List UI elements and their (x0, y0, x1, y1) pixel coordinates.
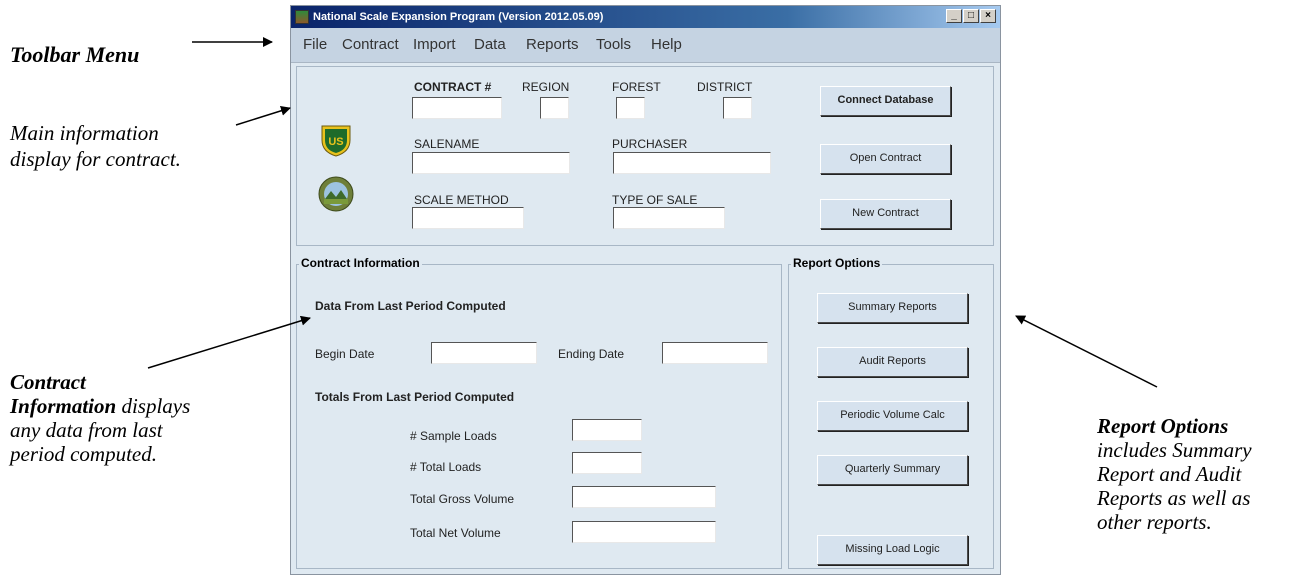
open-contract-button[interactable]: Open Contract (820, 144, 951, 174)
seal-icon (318, 176, 354, 212)
ending-date-input[interactable] (662, 342, 768, 364)
contract-number-input[interactable] (412, 97, 502, 119)
annotation-toolbar-menu: Toolbar Menu (10, 42, 140, 67)
annotation-contract-info-line1: Contract (10, 370, 86, 394)
menu-bar: File Contract Import Data Reports Tools … (291, 28, 1000, 63)
arrow-report-options (1015, 315, 1158, 388)
annotation-report-options-line3: Report and Audit (1097, 462, 1242, 486)
menu-tools[interactable]: Tools (596, 36, 631, 53)
audit-reports-button[interactable]: Audit Reports (817, 347, 968, 377)
annotation-main-info-line2: display for contract. (10, 147, 181, 171)
close-button[interactable]: × (980, 9, 996, 23)
scale-method-input[interactable] (412, 207, 524, 229)
total-loads-label: # Total Loads (410, 460, 482, 474)
data-from-last-period-heading: Data From Last Period Computed (315, 299, 506, 313)
scale-method-label: SCALE METHOD (414, 193, 509, 207)
report-options-title: Report Options (791, 256, 883, 270)
app-icon (295, 10, 309, 24)
arrow-contract-info (147, 315, 311, 369)
begin-date-input[interactable] (431, 342, 537, 364)
annotation-report-options-line2: includes Summary (1097, 438, 1252, 462)
total-net-volume-input[interactable] (572, 521, 716, 543)
type-of-sale-label: TYPE OF SALE (612, 193, 698, 207)
total-loads-input[interactable] (572, 452, 642, 474)
new-contract-button[interactable]: New Contract (820, 199, 951, 229)
purchaser-label: PURCHASER (612, 137, 688, 151)
menu-file[interactable]: File (303, 36, 327, 53)
quarterly-summary-button[interactable]: Quarterly Summary (817, 455, 968, 485)
connect-database-button[interactable]: Connect Database (820, 86, 951, 116)
type-of-sale-input[interactable] (613, 207, 725, 229)
district-input[interactable] (723, 97, 752, 119)
begin-date-label: Begin Date (315, 347, 375, 361)
annotation-report-options-line4: Reports as well as (1097, 486, 1251, 510)
missing-load-logic-button[interactable]: Missing Load Logic (817, 535, 968, 565)
salename-label: SALENAME (414, 137, 480, 151)
forest-input[interactable] (616, 97, 645, 119)
maximize-button[interactable]: □ (963, 9, 979, 23)
total-gross-volume-label: Total Gross Volume (410, 492, 515, 506)
annotation-contract-info-rest: displays (116, 394, 191, 418)
arrow-main-info (235, 105, 291, 126)
totals-from-last-period-heading: Totals From Last Period Computed (315, 390, 515, 404)
salename-input[interactable] (412, 152, 570, 174)
total-gross-volume-input[interactable] (572, 486, 716, 508)
region-input[interactable] (540, 97, 569, 119)
annotation-contract-info-bold: Information (10, 394, 117, 418)
usfs-shield-icon: US (321, 125, 351, 157)
annotation-contract-info-line2: Information displays (10, 394, 190, 419)
sample-loads-input[interactable] (572, 419, 642, 441)
window-title: National Scale Expansion Program (Versio… (313, 11, 604, 23)
menu-import[interactable]: Import (413, 36, 456, 53)
sample-loads-label: # Sample Loads (410, 429, 497, 443)
annotation-contract-info-line3: any data from last (10, 418, 163, 442)
menu-contract[interactable]: Contract (342, 36, 399, 53)
periodic-volume-calc-button[interactable]: Periodic Volume Calc (817, 401, 968, 431)
region-label: REGION (522, 80, 570, 94)
annotation-report-options-line1: Report Options (1097, 414, 1229, 438)
annotation-contract-info-line4: period computed. (10, 442, 157, 466)
menu-reports[interactable]: Reports (526, 36, 579, 53)
contract-information-group: Contract Information Data From Last Peri… (296, 256, 782, 569)
app-window: National Scale Expansion Program (Versio… (290, 5, 1001, 575)
annotation-main-info-line1: Main information (10, 121, 159, 145)
summary-reports-button[interactable]: Summary Reports (817, 293, 968, 323)
report-options-group: Report Options Summary Reports Audit Rep… (788, 256, 994, 569)
contract-header-panel: US CONTRACT # REGION FOREST DISTRICT SAL… (296, 66, 994, 246)
usfs-shield-text: US (328, 136, 343, 148)
ending-date-label: Ending Date (558, 347, 625, 361)
forest-label: FOREST (612, 80, 661, 94)
minimize-button[interactable]: _ (946, 9, 962, 23)
annotation-report-options-line5: other reports. (1097, 510, 1212, 534)
purchaser-input[interactable] (613, 152, 771, 174)
total-net-volume-label: Total Net Volume (410, 526, 501, 540)
title-bar: National Scale Expansion Program (Versio… (291, 6, 1000, 28)
menu-help[interactable]: Help (651, 36, 682, 53)
district-label: DISTRICT (697, 80, 753, 94)
menu-data[interactable]: Data (474, 36, 506, 53)
contract-information-title: Contract Information (299, 256, 422, 270)
contract-number-label: CONTRACT # (414, 80, 492, 94)
